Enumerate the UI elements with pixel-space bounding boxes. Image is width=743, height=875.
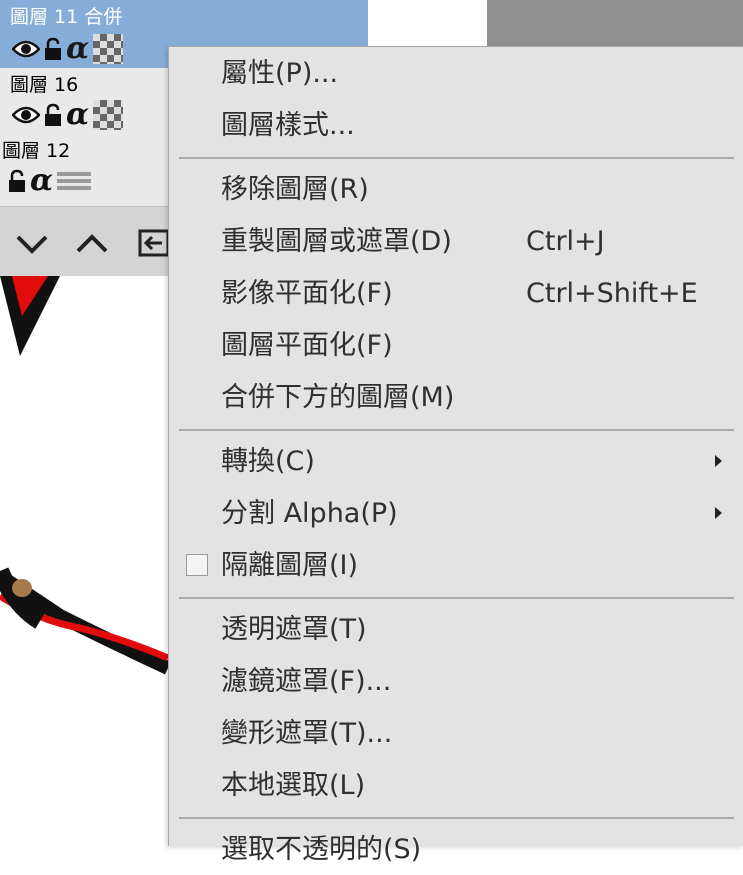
canvas[interactable] bbox=[0, 276, 168, 845]
menu-item-16[interactable]: 本地選取(L) bbox=[169, 761, 743, 811]
alpha-lock-icon[interactable]: α bbox=[66, 34, 89, 64]
lock-icon[interactable] bbox=[44, 103, 62, 127]
menu-separator bbox=[179, 597, 734, 599]
workspace-background bbox=[487, 0, 743, 48]
menu-item-7[interactable]: 合併下方的圖層(M) bbox=[169, 373, 743, 423]
menu-item-shortcut: Ctrl+Shift+E bbox=[526, 278, 698, 309]
menu-item-label: 圖層樣式... bbox=[221, 110, 355, 141]
alpha-lock-icon[interactable]: α bbox=[66, 100, 89, 130]
menu-item-11[interactable]: 隔離圖層(I) bbox=[169, 541, 743, 591]
move-layer-up-icon[interactable] bbox=[70, 221, 114, 265]
lock-icon[interactable] bbox=[8, 169, 26, 193]
menu-item-label: 變形遮罩(T)... bbox=[221, 718, 393, 749]
menu-item-label: 移除圖層(R) bbox=[221, 174, 369, 205]
checkbox-icon[interactable] bbox=[186, 554, 208, 576]
visibility-eye-icon[interactable] bbox=[12, 38, 40, 60]
layer-thumbnail bbox=[57, 172, 92, 190]
menu-item-label: 本地選取(L) bbox=[221, 770, 366, 801]
layer-context-menu: 屬性(P)... 圖層樣式... 移除圖層(R) 重製圖層或遮罩(D) Ctrl+J 影像… bbox=[168, 46, 743, 865]
menu-item-label: 圖層平面化(F) bbox=[221, 330, 393, 361]
menu-item-3[interactable]: 移除圖層(R) bbox=[169, 165, 743, 215]
menu-item-15[interactable]: 變形遮罩(T)... bbox=[169, 709, 743, 759]
layer-thumbnail bbox=[93, 34, 124, 64]
layer-name: 圖層 12 bbox=[2, 140, 71, 162]
menu-item-5[interactable]: 影像平面化(F) Ctrl+Shift+E bbox=[169, 269, 743, 319]
lock-icon[interactable] bbox=[44, 37, 62, 61]
layer-name: 圖層 16 bbox=[10, 74, 79, 96]
menu-item-label: 分割 Alpha(P) bbox=[221, 498, 398, 529]
menu-item-9[interactable]: 轉換(C) bbox=[169, 437, 743, 487]
menu-item-4[interactable]: 重製圖層或遮罩(D) Ctrl+J bbox=[169, 217, 743, 267]
menu-item-0[interactable]: 屬性(P)... bbox=[169, 49, 743, 99]
menu-item-label: 合併下方的圖層(M) bbox=[221, 382, 455, 413]
menu-item-shortcut: Ctrl+J bbox=[526, 226, 605, 257]
menu-separator bbox=[179, 817, 734, 819]
menu-item-6[interactable]: 圖層平面化(F) bbox=[169, 321, 743, 371]
menu-item-label: 選取不透明的(S) bbox=[221, 834, 422, 865]
menu-item-label: 重製圖層或遮罩(D) bbox=[221, 226, 452, 257]
menu-item-label: 轉換(C) bbox=[221, 446, 315, 477]
menu-item-label: 屬性(P)... bbox=[221, 58, 339, 89]
menu-separator bbox=[179, 429, 734, 431]
move-layer-down-icon[interactable] bbox=[10, 221, 54, 265]
layer-name: 圖層 11 合併 bbox=[10, 6, 123, 28]
menu-item-label: 隔離圖層(I) bbox=[221, 550, 359, 581]
visibility-eye-icon[interactable] bbox=[12, 104, 40, 126]
menu-item-18[interactable]: 選取不透明的(S) bbox=[169, 825, 743, 875]
menu-item-label: 影像平面化(F) bbox=[221, 278, 393, 309]
submenu-arrow-icon bbox=[715, 507, 722, 519]
submenu-arrow-icon bbox=[715, 455, 722, 467]
canvas-strip bbox=[368, 0, 487, 48]
menu-item-label: 濾鏡遮罩(F)... bbox=[221, 666, 392, 697]
menu-item-14[interactable]: 濾鏡遮罩(F)... bbox=[169, 657, 743, 707]
canvas-artwork bbox=[0, 276, 168, 675]
menu-item-1[interactable]: 圖層樣式... bbox=[169, 101, 743, 151]
menu-separator bbox=[179, 157, 734, 159]
menu-item-label: 透明遮罩(T) bbox=[221, 614, 367, 645]
alpha-lock-icon[interactable]: α bbox=[30, 166, 53, 196]
menu-item-10[interactable]: 分割 Alpha(P) bbox=[169, 489, 743, 539]
layer-thumbnail bbox=[93, 100, 124, 130]
menu-item-13[interactable]: 透明遮罩(T) bbox=[169, 605, 743, 655]
